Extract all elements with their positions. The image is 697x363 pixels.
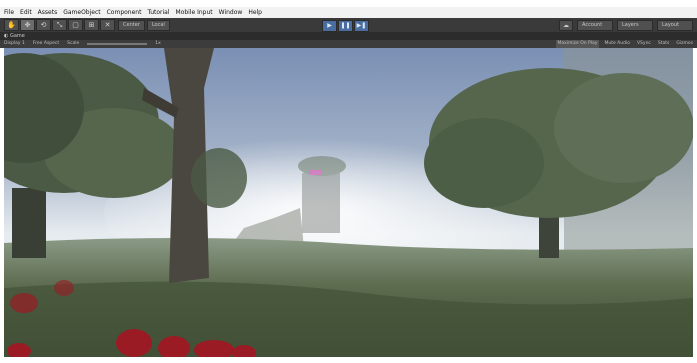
menu-item-assets[interactable]: Assets <box>38 7 58 18</box>
scale-value: 1x <box>155 41 161 46</box>
play-button[interactable]: ▶ <box>322 20 337 32</box>
pause-button[interactable]: ❚❚ <box>338 20 353 32</box>
scale-label: Scale <box>67 41 80 46</box>
transform-tool-button[interactable]: ⊞ <box>84 19 99 31</box>
rect-tool-button[interactable]: ▢ <box>68 19 83 31</box>
move-tool-button[interactable]: ✥ <box>20 19 35 31</box>
game-scene <box>4 48 693 357</box>
toolbar-right: ☁ Account Layers Layout <box>559 20 693 31</box>
aspect-dropdown[interactable]: Free Aspect <box>29 40 63 48</box>
stats-toggle[interactable]: Stats <box>656 40 672 48</box>
scale-slider[interactable] <box>87 43 148 45</box>
menu-item-component[interactable]: Component <box>107 7 142 18</box>
tab-game[interactable]: ◐ Game <box>0 32 697 40</box>
maximize-on-play-toggle[interactable]: Maximize On Play <box>555 40 600 48</box>
play-controls: ▶ ❚❚ ▶❚ <box>322 20 369 32</box>
scale-tool-button[interactable]: ⤡ <box>52 19 67 31</box>
game-viewport[interactable] <box>4 48 693 357</box>
game-view-toggles: Maximize On Play Mute Audio VSync Stats … <box>555 40 696 48</box>
layers-dropdown[interactable]: Layers <box>617 20 653 31</box>
vsync-toggle[interactable]: VSync <box>635 40 653 48</box>
rotate-tool-button[interactable]: ⟲ <box>36 19 51 31</box>
menu-bar: File Edit Assets GameObject Component Tutoria… <box>0 7 697 18</box>
pivot-space-button[interactable]: Local <box>146 19 170 31</box>
pivot-mode-button[interactable]: Center <box>118 19 145 31</box>
game-tab-label: Game <box>9 33 25 39</box>
menu-item-file[interactable]: File <box>4 7 14 18</box>
mute-audio-toggle[interactable]: Mute Audio <box>602 40 632 48</box>
menu-item-help[interactable]: Help <box>248 7 262 18</box>
game-view-toolbar: Display 1 Free Aspect Scale 1x Maximize … <box>0 40 697 48</box>
main-toolbar: ✋ ✥ ⟲ ⤡ ▢ ⊞ ✕ Center Local ▶ ❚❚ ▶❚ ☁ Acc… <box>0 18 697 32</box>
gizmos-dropdown[interactable]: Gizmos <box>674 40 695 48</box>
menu-item-gameobject[interactable]: GameObject <box>63 7 100 18</box>
menu-item-edit[interactable]: Edit <box>20 7 32 18</box>
menu-item-mobile-input[interactable]: Mobile Input <box>176 7 213 18</box>
menu-item-tutorial[interactable]: Tutorial <box>147 7 169 18</box>
layout-dropdown[interactable]: Layout <box>657 20 693 31</box>
custom-tool-button[interactable]: ✕ <box>100 19 115 31</box>
menu-item-window[interactable]: Window <box>219 7 243 18</box>
hand-tool-button[interactable]: ✋ <box>4 19 19 31</box>
display-dropdown[interactable]: Display 1 <box>0 40 29 48</box>
cloud-icon[interactable]: ☁ <box>559 20 573 31</box>
ruin-statue <box>298 156 346 233</box>
step-button[interactable]: ▶❚ <box>354 20 369 32</box>
account-dropdown[interactable]: Account <box>577 20 613 31</box>
